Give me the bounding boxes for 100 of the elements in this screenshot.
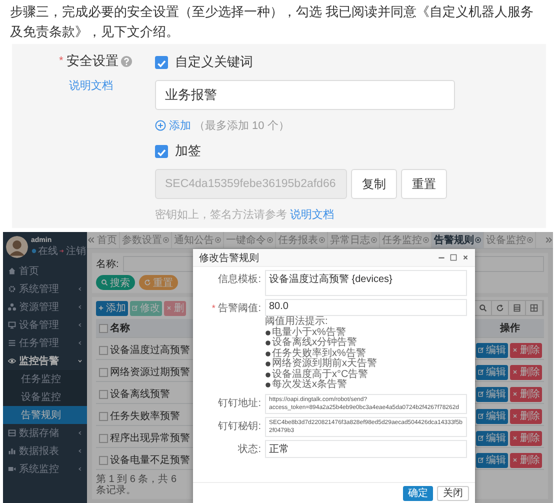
input-field[interactable]: 80.0 (265, 299, 467, 316)
edit-icon (478, 369, 484, 375)
sidebar-item[interactable]: 监控告警 (3, 352, 87, 370)
caret-icon (77, 304, 83, 310)
close-icon[interactable] (319, 237, 325, 243)
add-link[interactable]: 添加 (169, 118, 191, 133)
sidebar-item[interactable]: 任务管理 (3, 334, 87, 352)
status-dot (31, 248, 37, 254)
checkbox[interactable] (98, 346, 108, 354)
field-label: 钉钉秘钥: (218, 420, 261, 432)
tab[interactable]: 一键命令 (224, 232, 276, 248)
sidebar-item[interactable]: 系统管理 (3, 280, 87, 298)
pagination-text: 第 1 到 6 条，共 6 条记录。 (96, 473, 178, 496)
delete-button[interactable]: 删除 (510, 452, 542, 468)
action-button[interactable]: 复制 (351, 169, 397, 199)
edit-button[interactable]: 编辑 (476, 386, 508, 402)
tab[interactable]: 首页 (95, 232, 120, 248)
delete-button[interactable]: 删除 (510, 364, 542, 380)
sidebar-item[interactable]: 告警规则 (3, 406, 87, 424)
monitor-icon (8, 321, 16, 329)
edit-button[interactable]: 编辑 (476, 342, 508, 358)
close-icon[interactable] (371, 237, 377, 243)
checkbox[interactable] (98, 368, 108, 376)
keyword-field[interactable]: 业务报警 (155, 80, 455, 110)
required-mark: * (59, 55, 64, 67)
edit-button[interactable]: 编辑 (476, 408, 508, 424)
add-icon[interactable] (155, 120, 166, 131)
edit-button[interactable]: 修改 (130, 300, 162, 316)
caret-icon (77, 322, 83, 328)
camera-icon (8, 465, 16, 473)
bullet-icon (265, 340, 271, 346)
checkbox[interactable] (98, 434, 108, 442)
sidebar-item[interactable]: 数据报表 (3, 442, 87, 460)
delete-button[interactable]: 删除 (510, 408, 542, 424)
bullet-icon (265, 361, 271, 368)
sidebar-item[interactable]: 设备管理 (3, 316, 87, 334)
double-left-icon (87, 236, 95, 244)
help-icon[interactable] (121, 56, 132, 66)
tab[interactable]: 设备监控 (484, 232, 536, 248)
delete-button[interactable]: 删 (164, 300, 186, 316)
sidebar-item[interactable]: 设备监控 (3, 388, 87, 406)
close-icon[interactable] (423, 237, 429, 243)
checkbox[interactable] (98, 324, 108, 332)
close-icon[interactable] (475, 237, 481, 243)
close-icon[interactable] (267, 237, 273, 243)
field-label: 钉钉地址: (218, 398, 261, 408)
hint-text: 设备温度高于x°C告警 (272, 370, 368, 380)
delete-button[interactable]: 删除 (510, 386, 542, 402)
tab[interactable]: 任务报表 (276, 232, 328, 248)
logout-link[interactable]: 注销 (66, 244, 86, 258)
sidebar-item[interactable]: 数据存储 (3, 424, 87, 442)
sidebar-item[interactable]: 首页 (3, 262, 87, 280)
intro-text: 步骤三，完成必要的安全设置（至少选择一种），勾选 我已阅读并同意《自定义机器人服务及免责条款》，见下文介绍。 (9, 3, 535, 41)
hint-text: 电量小于x%告警 (272, 328, 346, 338)
doc-link[interactable]: 说明文档 (290, 209, 334, 221)
modal-title: 修改告警规则 (199, 252, 260, 264)
close-icon (512, 435, 518, 441)
edit-button[interactable]: 编辑 (476, 364, 508, 380)
checkbox[interactable] (98, 456, 108, 464)
search-button[interactable]: 搜索 (96, 275, 135, 290)
checkbox[interactable] (155, 56, 168, 68)
confirm-button[interactable]: 确定 (403, 486, 433, 500)
edit-icon (478, 391, 484, 397)
refresh-icon (144, 279, 151, 286)
action-button[interactable]: 重置 (401, 169, 447, 199)
search-icon (101, 279, 108, 286)
edit-button[interactable]: 编辑 (476, 430, 508, 446)
close-icon[interactable] (527, 237, 533, 243)
bullet-icon (265, 382, 271, 388)
tab[interactable]: 参数设置 (120, 232, 172, 248)
checkbox[interactable] (98, 412, 108, 420)
sidebar-item[interactable]: 资源管理 (3, 298, 87, 316)
field-label: 信息模板: (218, 274, 261, 285)
input-field[interactable]: 正常 (265, 440, 467, 458)
table-cell-text: 任务失败率预警 (110, 410, 180, 423)
edit-icon (478, 435, 484, 441)
delete-button[interactable]: 删除 (510, 342, 542, 358)
edit-icon (132, 305, 138, 311)
close-icon[interactable] (163, 237, 169, 243)
maximize-icon[interactable] (450, 254, 457, 261)
sidebar-item[interactable]: 任务监控 (3, 370, 87, 388)
tab[interactable]: 异常日志 (328, 232, 380, 248)
tab[interactable]: 告警规则 (432, 232, 484, 248)
close-button[interactable]: 关闭 (437, 486, 469, 500)
edit-button[interactable]: 编辑 (476, 452, 508, 468)
doc-link[interactable]: 说明文档 (69, 78, 113, 93)
delete-button[interactable]: 删除 (510, 430, 542, 446)
reset-button[interactable]: 重置 (139, 275, 178, 290)
sidebar-item[interactable]: 系统监控 (3, 460, 87, 478)
table-cell-text: 网络资源过期预警 (110, 366, 190, 379)
tab[interactable]: 通知公告 (172, 232, 224, 248)
close-icon (166, 305, 172, 311)
add-button[interactable]: 添加 (96, 300, 128, 316)
field-label: 名称: (96, 258, 119, 271)
close-icon[interactable] (462, 254, 469, 261)
column-header: 操作 (498, 322, 521, 335)
close-icon[interactable] (215, 237, 221, 243)
text-area[interactable]: 设备温度过高预警 {devices} (265, 270, 467, 296)
caret-icon (77, 340, 83, 346)
checkbox[interactable] (98, 390, 108, 398)
